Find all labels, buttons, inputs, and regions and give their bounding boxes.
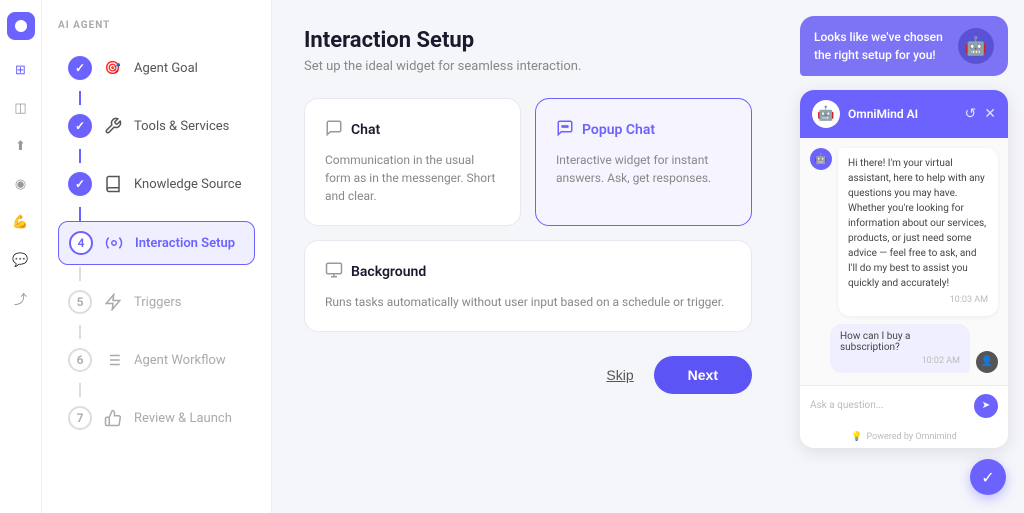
step-5-label: Triggers [134, 295, 181, 310]
connector-6 [79, 383, 81, 397]
step-3-number: ✓ [68, 172, 92, 196]
layers-icon[interactable]: ◫ [5, 92, 37, 124]
steps-sidebar: AI AGENT ✓ 🎯 Agent Goal ✓ Tools & Servic… [42, 0, 272, 513]
connector-1 [79, 91, 81, 105]
brand-label: AI AGENT [58, 20, 255, 31]
chat-bubble-icon[interactable]: 💬 [5, 244, 37, 276]
chat-header-title: OmniMind AI [848, 107, 957, 121]
option-popup-header: Popup Chat [556, 119, 731, 141]
close-icon[interactable]: ✕ [984, 106, 996, 122]
user-bubble: How can I buy a subscription? 10:02 AM [830, 324, 970, 373]
step-1-label: Agent Goal [134, 61, 198, 76]
step-agent-goal[interactable]: ✓ 🎯 Agent Goal [58, 47, 255, 89]
chat-input-area: Ask a question... ➤ [800, 385, 1008, 426]
arm-icon[interactable]: 💪 [5, 206, 37, 238]
step-2-icon [102, 115, 124, 137]
bot-message-time: 10:03 AM [848, 294, 988, 308]
chat-header: 🤖 OmniMind AI ↺ ✕ [800, 90, 1008, 138]
step-4-label: Interaction Setup [135, 236, 235, 251]
step-3-icon [102, 173, 124, 195]
popup-chat-icon [556, 119, 574, 141]
step-7-label: Review & Launch [134, 411, 232, 426]
speech-bubble: Looks like we've chosen the right setup … [800, 16, 1008, 76]
brain-icon[interactable]: ◉ [5, 168, 37, 200]
icon-sidebar: ⊞ ◫ ⬆ ◉ 💪 💬 ⤴ [0, 0, 42, 513]
skip-button[interactable]: Skip [606, 367, 633, 383]
upload-icon[interactable]: ⬆ [5, 130, 37, 162]
user-message: How can I buy a subscription? 10:02 AM 👤 [810, 324, 998, 373]
step-2-number: ✓ [68, 114, 92, 138]
page-title: Interaction Setup [304, 28, 752, 53]
right-panel: Looks like we've chosen the right setup … [784, 0, 1024, 464]
option-popup-desc: Interactive widget for instant answers. … [556, 151, 731, 187]
step-2-label: Tools & Services [134, 119, 229, 134]
power-icon: 💡 [851, 432, 862, 442]
right-panel-wrapper: Looks like we've chosen the right setup … [784, 0, 1024, 513]
chat-send-button[interactable]: ➤ [974, 394, 998, 418]
page-subtitle: Set up the ideal widget for seamless int… [304, 59, 752, 74]
chat-powered: 💡 Powered by Omnimind [800, 426, 1008, 448]
step-4-number: 4 [69, 231, 93, 255]
step-7-number: 7 [68, 406, 92, 430]
step-3-label: Knowledge Source [134, 177, 241, 192]
grid-icon[interactable]: ⊞ [5, 54, 37, 86]
action-row: Skip Next [304, 356, 752, 394]
step-5-icon [102, 291, 124, 313]
option-background[interactable]: Background Runs tasks automatically with… [304, 240, 752, 332]
chat-body: 🤖 Hi there! I'm your virtual assistant, … [800, 138, 1008, 385]
option-popup-title: Popup Chat [582, 122, 655, 138]
step-1-icon: 🎯 [102, 57, 124, 79]
connector-3 [79, 207, 81, 221]
bot-message: 🤖 Hi there! I'm your virtual assistant, … [810, 148, 998, 316]
user-message-text: How can I buy a subscription? [840, 331, 960, 353]
background-icon [325, 261, 343, 283]
fab-button[interactable]: ✓ [970, 459, 1006, 495]
option-popup-chat[interactable]: Popup Chat Interactive widget for instan… [535, 98, 752, 226]
step-4-icon [103, 232, 125, 254]
connector-5 [79, 325, 81, 339]
bubble-text: Looks like we've chosen the right setup … [814, 28, 950, 64]
step-review-launch[interactable]: 7 Review & Launch [58, 397, 255, 439]
step-interaction-setup[interactable]: 4 Interaction Setup [58, 221, 255, 265]
bot-avatar-bubble: 🤖 [958, 28, 994, 64]
option-bg-title: Background [351, 264, 426, 280]
chat-input-placeholder[interactable]: Ask a question... [810, 400, 966, 411]
chat-header-avatar: 🤖 [812, 100, 840, 128]
user-avatar-small: 👤 [976, 351, 998, 373]
chat-header-actions: ↺ ✕ [965, 106, 996, 122]
refresh-icon[interactable]: ↺ [965, 106, 977, 122]
option-chat-title: Chat [351, 122, 380, 138]
step-6-number: 6 [68, 348, 92, 372]
step-tools-services[interactable]: ✓ Tools & Services [58, 105, 255, 147]
option-chat-header: Chat [325, 119, 500, 141]
option-chat[interactable]: Chat Communication in the usual form as … [304, 98, 521, 226]
user-message-time: 10:02 AM [840, 356, 960, 366]
bot-message-avatar: 🤖 [810, 148, 832, 170]
share-icon[interactable]: ⤴ [5, 282, 37, 314]
step-triggers[interactable]: 5 Triggers [58, 281, 255, 323]
options-grid: Chat Communication in the usual form as … [304, 98, 752, 226]
option-bg-desc: Runs tasks automatically without user in… [325, 293, 731, 311]
step-1-number: ✓ [68, 56, 92, 80]
step-agent-workflow[interactable]: 6 Agent Workflow [58, 339, 255, 381]
step-5-number: 5 [68, 290, 92, 314]
option-chat-desc: Communication in the usual form as in th… [325, 151, 500, 205]
app-logo [7, 12, 35, 40]
main-content: Interaction Setup Set up the ideal widge… [272, 0, 784, 513]
step-6-icon [102, 349, 124, 371]
next-button[interactable]: Next [654, 356, 752, 394]
bot-bubble: Hi there! I'm your virtual assistant, he… [838, 148, 998, 316]
chat-preview: 🤖 OmniMind AI ↺ ✕ 🤖 Hi there! I'm your v… [800, 90, 1008, 448]
step-7-icon [102, 407, 124, 429]
powered-text: Powered by Omnimind [867, 432, 957, 442]
bot-message-text: Hi there! I'm your virtual assistant, he… [848, 156, 988, 291]
connector-2 [79, 149, 81, 163]
step-6-label: Agent Workflow [134, 353, 226, 368]
option-bg-header: Background [325, 261, 731, 283]
chat-option-icon [325, 119, 343, 141]
step-knowledge-source[interactable]: ✓ Knowledge Source [58, 163, 255, 205]
connector-4 [79, 267, 81, 281]
